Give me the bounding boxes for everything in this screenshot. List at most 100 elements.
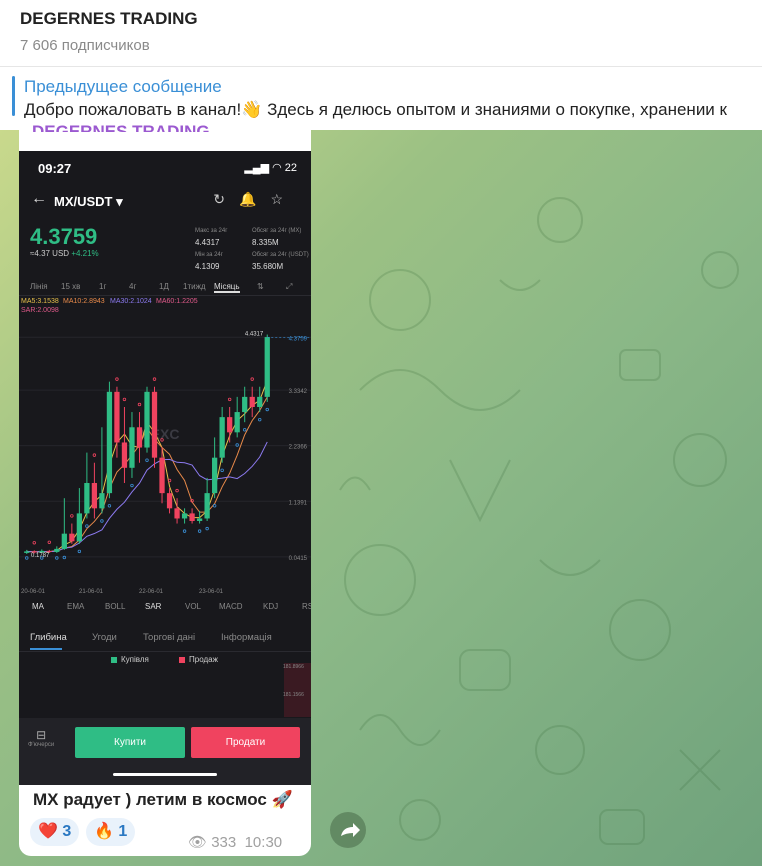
sar-dot: [47, 540, 52, 544]
sar-dot: [107, 504, 112, 508]
stat-value: 8.335M: [252, 238, 279, 247]
eye-icon: 👁: [188, 834, 208, 851]
legend-buy: Купівля: [111, 655, 149, 664]
pair-selector: MX/USDT ▾: [54, 194, 123, 209]
sar-dot: [212, 504, 217, 508]
sar-dot: [205, 526, 209, 531]
candle-body: [219, 417, 225, 458]
reaction-fire[interactable]: 🔥 1: [86, 818, 136, 846]
back-arrow-icon: ←: [31, 190, 47, 207]
message-meta: 👁 333 10:30: [188, 833, 282, 851]
tf-item: 1тижд: [183, 282, 206, 291]
y-tick-label: 2.2366: [289, 445, 308, 451]
sar-dot: [100, 519, 104, 523]
x-tick-label: 23-06-01: [199, 589, 224, 595]
indicator-item: BOLL: [105, 602, 126, 611]
candle-body: [166, 493, 173, 509]
x-tick-label: 20-06-01: [21, 589, 46, 595]
pinned-text: Добро пожаловать в канал!👋 Здесь я делюс…: [24, 100, 727, 119]
header-icons: ↻🔔☆: [213, 191, 297, 207]
candle-body: [69, 533, 75, 542]
sar-dot: [242, 428, 247, 432]
sar-dot: [152, 377, 157, 381]
depth-tabs: Глибина Угоди Торгові дані Інформація: [19, 627, 311, 652]
y-tick-label: 3.3342: [289, 389, 308, 395]
tf-item: 1г: [99, 282, 107, 291]
status-time: 09:27: [38, 161, 72, 176]
candle-body: [257, 396, 263, 407]
candle-body: [54, 548, 60, 552]
sar-dot: [32, 541, 36, 545]
home-indicator: [113, 773, 217, 776]
stat-value: 4.1309: [195, 262, 220, 271]
sar-dot: [55, 556, 59, 560]
legend-sell: Продаж: [179, 655, 218, 664]
sar-dot: [85, 524, 89, 528]
trade-bar: ⊟ Ф'ючерси Купити Продати: [19, 718, 311, 785]
sar-dot: [258, 417, 262, 422]
sell-button: Продати: [191, 727, 300, 758]
reaction-heart[interactable]: ❤️ 3: [30, 818, 80, 846]
buy-button: Купити: [75, 727, 185, 758]
y-tick-label: 1.1391: [289, 500, 308, 506]
message-caption: MX радует ) летим в космос 🚀: [33, 790, 293, 809]
sar-dot: [122, 397, 127, 402]
tab-underline: [30, 648, 62, 650]
sar-dot: [167, 478, 172, 483]
ma60-label: MA60:1.2205: [156, 298, 198, 305]
candle-body: [189, 513, 195, 521]
candle-body: [151, 391, 158, 458]
indicator-item: VOL: [185, 602, 202, 611]
candle-body: [136, 427, 143, 448]
stat-label: Макс за 24г: [195, 228, 228, 234]
candle-body: [106, 391, 113, 494]
indicator-item: MA: [32, 602, 44, 611]
high-label: 4.4317: [245, 332, 264, 338]
sar-dot: [250, 377, 254, 381]
stat-value: 4.4317: [195, 238, 220, 247]
tab-trade-data: Торгові дані: [143, 632, 196, 643]
expand-icon: ⤢: [286, 282, 293, 291]
trade-screenshot[interactable]: 09:27 ▂▄▆ ◠ 22 ← MX/USDT ▾ ↻🔔☆ 4.3759 ≈4…: [19, 151, 311, 785]
forward-button[interactable]: [330, 812, 366, 848]
candle-body: [46, 550, 52, 552]
price-sub: ≈4.37 USD +4.21%: [30, 249, 99, 258]
indicator-item: MACD: [219, 602, 243, 611]
low-label: 0.1787: [31, 553, 50, 559]
candle-body: [129, 427, 135, 468]
sar-dot: [130, 483, 134, 488]
candle-body: [121, 442, 128, 468]
subscriber-count: 7 606 подписчиков: [20, 37, 150, 54]
tf-item-active: Місяць: [214, 282, 240, 293]
candle-body: [204, 493, 210, 519]
sar-dot: [115, 377, 119, 381]
x-tick-label: 22-06-01: [139, 589, 164, 595]
stat-label: Обсяг за 24г (MX): [252, 228, 302, 234]
candle-body: [99, 493, 105, 509]
y-tick-label: 0.0415: [289, 556, 308, 562]
candle-body: [264, 337, 270, 397]
sar-dot: [182, 529, 187, 533]
timeframe-tabs: Лінія 15 хв 1г 4г 1Д 1тижд Місяць ⇅ ⤢: [19, 280, 311, 296]
forward-arrow-icon: [341, 823, 360, 837]
stat-label: Мін за 24г: [195, 252, 223, 258]
sar-dot: [77, 549, 82, 554]
channel-title[interactable]: DEGERNES TRADING: [20, 9, 198, 29]
sender-name[interactable]: DEGERNES TRADING: [32, 122, 210, 132]
candle-body: [159, 457, 165, 494]
sar-dot: [220, 468, 224, 473]
candle-body: [24, 551, 30, 553]
tf-item: 15 хв: [61, 282, 81, 291]
chat-header[interactable]: DEGERNES TRADING 7 606 подписчиков: [0, 0, 762, 67]
sar-dot: [137, 402, 142, 407]
candle-body: [212, 457, 218, 494]
battery-indicator: ▂▄▆ ◠ 22: [244, 162, 297, 174]
depth-label: 181.1566: [283, 692, 304, 698]
candle-body: [84, 483, 90, 514]
candle-body: [249, 396, 255, 407]
x-tick-label: 21-06-01: [79, 589, 104, 595]
candle-body: [61, 533, 67, 549]
futures-icon: ⊟ Ф'ючерси: [28, 728, 55, 748]
sar-dot: [265, 407, 269, 412]
last-price: 4.3759: [30, 224, 98, 249]
